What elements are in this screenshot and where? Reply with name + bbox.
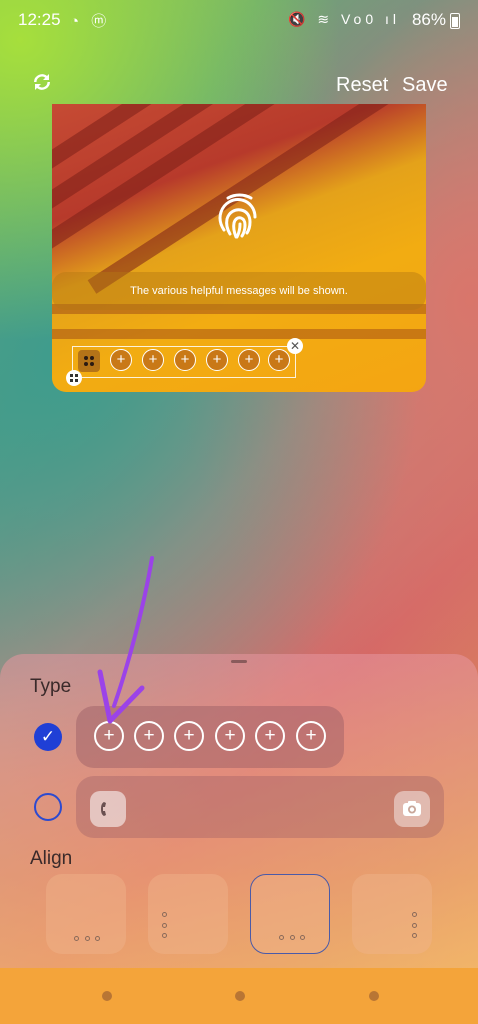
shortcut-add-button[interactable]: + bbox=[142, 349, 164, 371]
battery-percent: 86% bbox=[411, 10, 446, 29]
type-option-2-radio[interactable] bbox=[34, 793, 62, 821]
align-option-bottom-left[interactable] bbox=[46, 874, 126, 954]
status-bar: 12:25 ◔ ⓜ 🔇 ≋ Vo0 ıl 86% bbox=[0, 0, 478, 40]
shortcut-add-button[interactable]: + bbox=[206, 349, 228, 371]
type-option-plus-icon: + bbox=[215, 721, 245, 751]
type-option-phone-camera[interactable] bbox=[76, 776, 444, 838]
type-option-plus-icon: + bbox=[174, 721, 204, 751]
edit-widget-icon[interactable] bbox=[66, 370, 82, 386]
save-button[interactable]: Save bbox=[402, 74, 448, 97]
type-option-plus-icon: + bbox=[255, 721, 285, 751]
align-option-bottom-center[interactable] bbox=[250, 874, 330, 954]
nav-back-button[interactable] bbox=[369, 991, 379, 1001]
nav-recents-button[interactable] bbox=[102, 991, 112, 1001]
helpful-message-bar: The various helpful messages will be sho… bbox=[52, 272, 426, 310]
sheet-drag-handle[interactable] bbox=[231, 660, 247, 663]
align-heading: Align bbox=[30, 848, 73, 869]
status-time: 12:25 bbox=[18, 10, 61, 29]
align-option-left-vertical[interactable] bbox=[148, 874, 228, 954]
type-heading: Type bbox=[30, 676, 72, 697]
shortcut-add-button[interactable]: + bbox=[238, 349, 260, 371]
annotation-arrow bbox=[96, 556, 160, 726]
shortcut-add-button[interactable]: + bbox=[110, 349, 132, 371]
notification-icons: ◔ ⓜ bbox=[70, 13, 111, 30]
phone-icon bbox=[90, 791, 126, 827]
shortcut-add-button[interactable]: + bbox=[174, 349, 196, 371]
close-icon[interactable]: ✕ bbox=[287, 338, 303, 354]
reset-button[interactable]: Reset bbox=[336, 74, 388, 97]
apps-shortcut-icon[interactable] bbox=[78, 350, 100, 372]
rotate-icon[interactable] bbox=[30, 70, 54, 94]
type-option-1-radio[interactable]: ✓ bbox=[34, 723, 62, 751]
type-option-plus-icon: + bbox=[296, 721, 326, 751]
fingerprint-icon bbox=[210, 186, 268, 244]
shortcut-add-button[interactable]: + bbox=[268, 349, 290, 371]
battery-icon bbox=[450, 13, 460, 29]
align-option-right-vertical[interactable] bbox=[352, 874, 432, 954]
camera-icon bbox=[394, 791, 430, 827]
signal-icons: 🔇 ≋ Vo0 ıl bbox=[288, 11, 400, 27]
nav-home-button[interactable] bbox=[235, 991, 245, 1001]
